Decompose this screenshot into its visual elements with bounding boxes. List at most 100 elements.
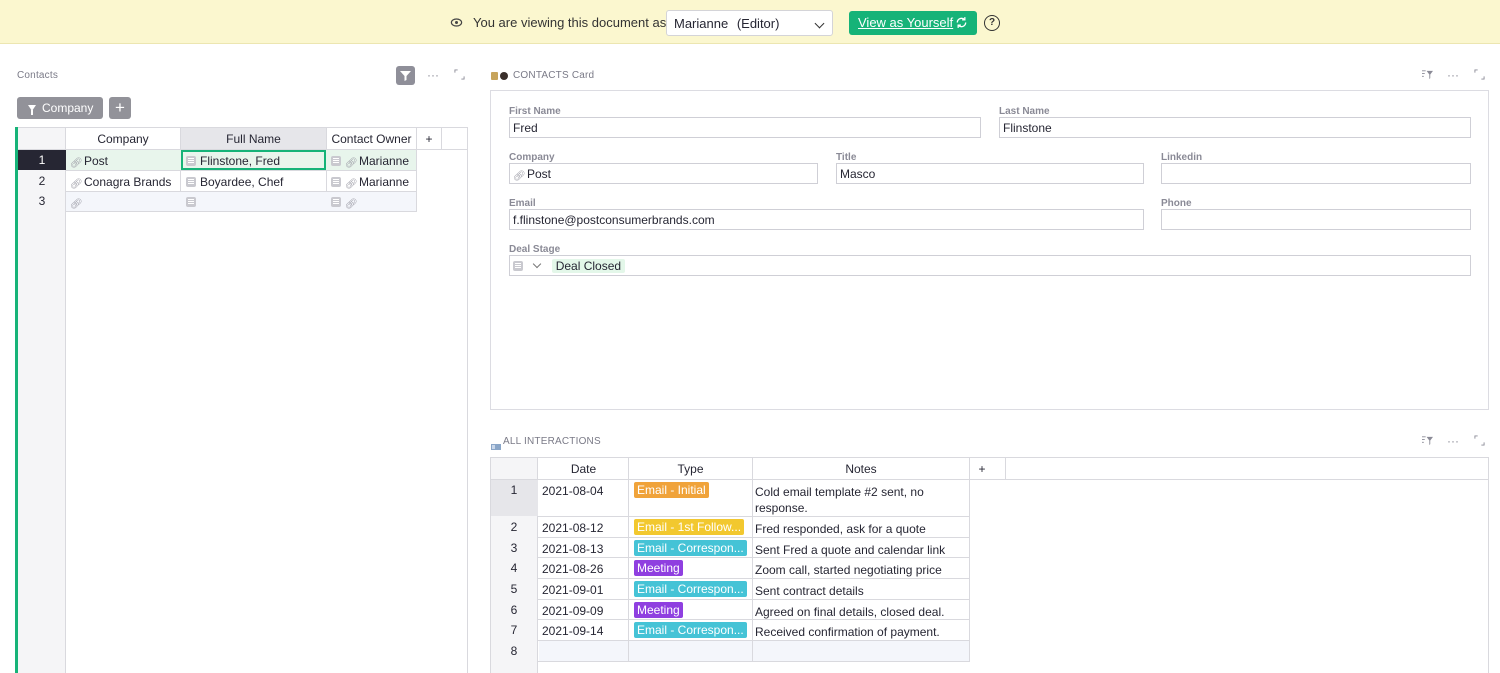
interaction-notes[interactable]: Sent contract details [755, 583, 967, 599]
company-filter-chip[interactable]: Company [17, 97, 103, 119]
interaction-date[interactable]: 2021-09-01 [542, 583, 626, 597]
row-number-8[interactable]: 8 [490, 641, 538, 661]
linkedin-label: Linkedin [1161, 152, 1203, 163]
add-filter-button[interactable]: + [109, 97, 131, 119]
add-column-button[interactable]: + [417, 132, 441, 146]
row-number-3[interactable]: 3 [18, 192, 66, 211]
column-header-contact-owner[interactable]: Contact Owner [327, 132, 416, 146]
interaction-notes-line: Zoom call, started negotiating price [755, 563, 942, 577]
expand-icon[interactable] [446, 66, 472, 84]
contacts-cell-company[interactable]: 🔗︎Conagra Brands [70, 175, 178, 189]
interactions-section-title: ALL INTERACTIONS [503, 436, 601, 447]
interaction-notes[interactable]: Received confirmation of payment. [755, 624, 967, 640]
row-number-3[interactable]: 3 [490, 538, 538, 557]
view-as-user-select[interactable]: Marianne (Editor) [666, 10, 833, 36]
column-header-company[interactable]: Company [66, 132, 180, 146]
selected-user-role: (Editor) [736, 16, 780, 31]
phone-field[interactable] [1161, 209, 1471, 230]
filter-icon[interactable] [1414, 432, 1440, 450]
reference-icon [186, 197, 196, 207]
row-number-2[interactable]: 2 [18, 171, 66, 191]
last-name-field[interactable]: Flinstone [999, 117, 1471, 138]
contacts-cell-owner[interactable]: 🔗︎ [331, 195, 415, 209]
selected-user: Marianne [674, 16, 729, 31]
filter-icon[interactable] [396, 66, 415, 85]
row-number-4[interactable]: 4 [490, 558, 538, 578]
company-field-value: Post [527, 167, 552, 181]
interaction-notes[interactable]: Cold email template #2 sent, no response. [755, 484, 967, 516]
interaction-type[interactable]: Email - Initial [634, 482, 750, 501]
interaction-notes[interactable]: Fred responded, ask for a quote [755, 521, 967, 537]
contacts-cell-owner[interactable]: 🔗︎Marianne [331, 154, 415, 168]
row-number-6[interactable]: 6 [490, 600, 538, 619]
title-label: Title [836, 152, 857, 163]
filter-icon[interactable] [1414, 66, 1440, 84]
interaction-type-tag: Meeting [634, 560, 683, 576]
reference-icon [513, 261, 523, 271]
interaction-notes[interactable]: Sent Fred a quote and calendar link [755, 542, 967, 558]
interaction-date[interactable]: 2021-08-13 [542, 542, 626, 556]
interaction-type-tag: Meeting [634, 602, 683, 618]
reference-icon [186, 156, 196, 166]
view-as-yourself-button[interactable]: View as Yourself [849, 11, 977, 35]
expand-icon[interactable] [1466, 66, 1492, 84]
column-header-type[interactable]: Type [629, 462, 752, 476]
linkedin-field[interactable] [1161, 163, 1471, 184]
viewing-as-banner: You are viewing this document as Mariann… [0, 0, 1500, 44]
column-header-date[interactable]: Date [539, 462, 628, 476]
interaction-notes-line: Cold email template #2 sent, no [755, 485, 924, 499]
interaction-notes-line: Sent Fred a quote and calendar link [755, 543, 946, 557]
interaction-type[interactable]: Email - Correspon... [634, 540, 750, 559]
first-name-field[interactable]: Fred [509, 117, 981, 138]
eye-icon [450, 18, 463, 27]
interaction-date[interactable]: 2021-08-26 [542, 562, 626, 576]
more-icon[interactable]: ··· [420, 66, 446, 84]
filter-icon [28, 105, 36, 115]
interaction-date[interactable]: 2021-08-12 [542, 521, 626, 535]
row-number-7[interactable]: 7 [490, 620, 538, 640]
deal-stage-value: Deal Closed [551, 259, 626, 273]
more-icon[interactable]: ··· [1440, 66, 1466, 84]
contacts-cell-full-name[interactable]: Flinstone, Fred [186, 154, 324, 168]
interaction-type[interactable]: Email - 1st Follow... [634, 519, 750, 538]
interaction-type[interactable]: Email - Correspon... [634, 622, 750, 641]
interaction-type[interactable]: Meeting [634, 560, 750, 579]
interaction-date[interactable]: 2021-09-09 [542, 604, 626, 618]
interaction-notes[interactable]: Agreed on final details, closed deal. [755, 604, 967, 620]
contacts-cell-company[interactable]: 🔗︎Post [70, 154, 178, 168]
link-icon: 🔗︎ [345, 158, 358, 168]
last-name-label: Last Name [999, 106, 1050, 117]
chevron-down-icon [814, 18, 825, 29]
row-number-1[interactable]: 1 [18, 150, 66, 170]
row-number-2[interactable]: 2 [490, 517, 538, 537]
row-number-1[interactable]: 1 [490, 480, 538, 516]
company-field[interactable]: 🔗︎Post [509, 163, 818, 184]
interaction-notes-line: Fred responded, ask for a quote [755, 522, 926, 536]
contacts-cell-full-name[interactable]: Boyardee, Chef [186, 175, 324, 189]
interaction-date[interactable]: 2021-09-14 [542, 624, 626, 638]
title-field[interactable]: Masco [836, 163, 1144, 184]
interaction-date[interactable]: 2021-08-04 [542, 484, 626, 498]
add-column-button[interactable]: + [970, 462, 994, 476]
expand-icon[interactable] [1466, 432, 1492, 450]
interaction-type[interactable]: Email - Correspon... [634, 581, 750, 600]
owner-value: Marianne [359, 154, 410, 168]
link-icon: 🔗︎ [70, 179, 83, 189]
link-icon: 🔗︎ [345, 199, 358, 209]
column-header-full-name[interactable]: Full Name [181, 132, 326, 146]
contacts-cell-full-name[interactable] [186, 195, 324, 209]
contacts-cell-company[interactable]: 🔗︎ [70, 195, 178, 209]
contacts-section-title: Contacts [17, 70, 59, 81]
column-header-notes[interactable]: Notes [753, 462, 969, 476]
more-icon[interactable]: ··· [1440, 432, 1466, 450]
contacts-cell-owner[interactable]: 🔗︎Marianne [331, 175, 415, 189]
email-field[interactable]: f.flinstone@postconsumerbrands.com [509, 209, 1144, 230]
interaction-notes[interactable]: Zoom call, started negotiating price [755, 562, 967, 578]
reference-icon [331, 197, 341, 207]
link-icon: 🔗︎ [70, 158, 83, 168]
deal-stage-field[interactable]: Deal Closed [509, 255, 1471, 276]
interaction-type[interactable]: Meeting [634, 602, 750, 621]
company-value: Conagra Brands [84, 175, 172, 189]
row-number-5[interactable]: 5 [490, 579, 538, 599]
help-icon[interactable]: ? [984, 15, 1000, 31]
